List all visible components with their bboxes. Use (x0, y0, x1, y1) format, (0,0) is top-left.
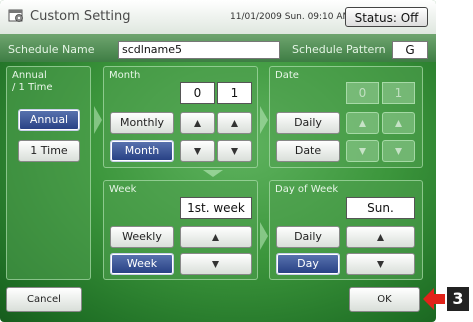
weekly-button[interactable]: Weekly (110, 226, 174, 248)
triangle-down-icon (395, 148, 402, 155)
day-up-button[interactable] (346, 226, 415, 248)
schedule-name-label: Schedule Name (8, 43, 95, 56)
date-tens-up-button[interactable] (346, 112, 379, 134)
schedule-pattern-field[interactable]: G (392, 41, 428, 59)
annual-panel-subtitle: / 1 Time (12, 82, 53, 93)
week-up-button[interactable] (180, 226, 252, 248)
week-down-button[interactable] (180, 253, 252, 275)
triangle-down-icon (194, 148, 201, 155)
day-down-button[interactable] (346, 253, 415, 275)
date-ones-down-button[interactable] (382, 140, 415, 162)
settings-calendar-icon (8, 9, 23, 22)
week-panel-title: Week (109, 184, 137, 195)
schedule-name-field[interactable]: scdlname5 (118, 41, 280, 59)
date-ones-value: 1 (382, 82, 415, 104)
date-tens-down-button[interactable] (346, 140, 379, 162)
month-tens-value: 0 (180, 82, 215, 104)
month-ones-value: 1 (217, 82, 252, 104)
date-button[interactable]: Date (276, 140, 340, 162)
week-value: 1st. week (180, 197, 252, 219)
day-of-week-panel-title: Day of Week (275, 184, 339, 195)
monthly-button[interactable]: Monthly (110, 112, 174, 134)
chevron-right-icon (94, 106, 102, 134)
triangle-up-icon (359, 120, 366, 127)
month-panel-title: Month (109, 70, 141, 81)
current-datetime: 11/01/2009 Sun. 09:10 AM (230, 12, 351, 22)
date-daily-button[interactable]: Daily (276, 112, 340, 134)
chevron-right-icon (260, 222, 268, 250)
title-bar: Custom Setting 11/01/2009 Sun. 09:10 AM … (0, 0, 436, 34)
triangle-up-icon (377, 234, 384, 241)
chevron-right-icon (260, 106, 268, 134)
triangle-up-icon (212, 234, 219, 241)
status-button[interactable]: Status: Off (345, 7, 428, 27)
page-title: Custom Setting (30, 9, 131, 24)
triangle-down-icon (231, 148, 238, 155)
week-button[interactable]: Week (110, 253, 174, 275)
triangle-up-icon (194, 120, 201, 127)
ok-button[interactable]: OK (349, 287, 420, 312)
schedule-pattern-label: Schedule Pattern (292, 43, 386, 56)
triangle-down-icon (377, 261, 384, 268)
triangle-down-icon (359, 148, 366, 155)
annual-panel (6, 66, 91, 280)
date-ones-up-button[interactable] (382, 112, 415, 134)
chevron-down-icon (203, 170, 223, 177)
day-of-week-daily-button[interactable]: Daily (276, 226, 340, 248)
month-tens-down-button[interactable] (180, 140, 215, 162)
triangle-up-icon (395, 120, 402, 127)
triangle-up-icon (231, 120, 238, 127)
date-panel-title: Date (275, 70, 299, 81)
step-callout-number: 3 (447, 287, 469, 311)
custom-setting-screen: Custom Setting 11/01/2009 Sun. 09:10 AM … (0, 0, 436, 322)
month-ones-down-button[interactable] (217, 140, 252, 162)
month-button[interactable]: Month (110, 140, 174, 162)
day-of-week-value: Sun. (346, 197, 415, 219)
annual-panel-title: Annual (12, 70, 47, 81)
month-ones-up-button[interactable] (217, 112, 252, 134)
annual-button[interactable]: Annual (18, 109, 80, 131)
date-tens-value: 0 (346, 82, 379, 104)
arrow-left-icon (423, 288, 445, 310)
cancel-button[interactable]: Cancel (6, 287, 82, 312)
month-tens-up-button[interactable] (180, 112, 215, 134)
day-button[interactable]: Day (276, 253, 340, 275)
triangle-down-icon (212, 261, 219, 268)
one-time-button[interactable]: 1 Time (18, 140, 80, 162)
